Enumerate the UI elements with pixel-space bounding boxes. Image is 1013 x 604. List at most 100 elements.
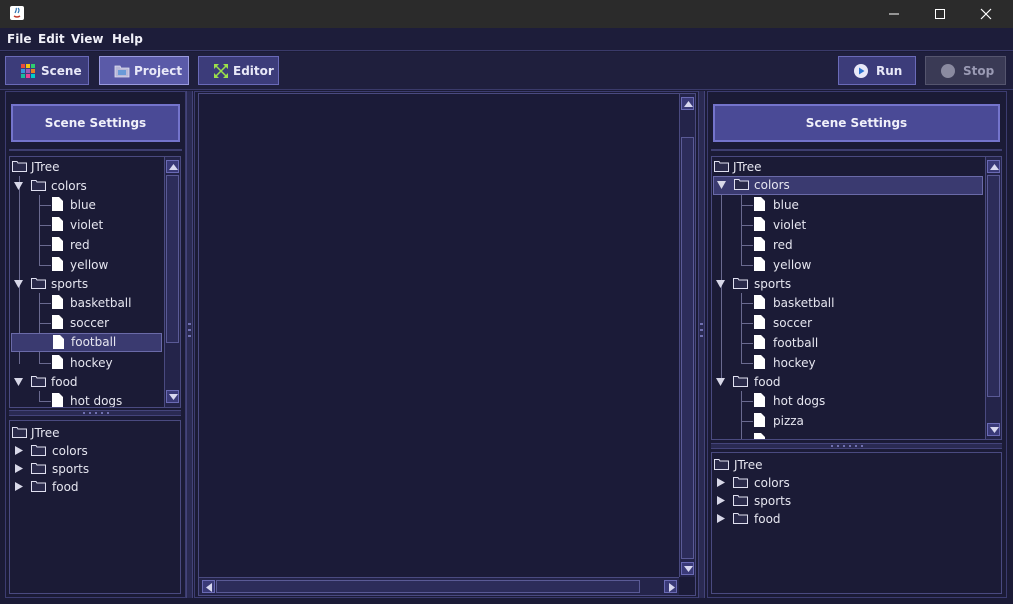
close-button[interactable]	[963, 0, 1009, 28]
collapsed-triangle-icon	[15, 464, 23, 473]
grid-icon	[21, 64, 35, 78]
scroll-thumb[interactable]	[216, 580, 640, 593]
tree-leaf-label: blue	[70, 198, 96, 212]
right-scene-settings-button[interactable]: Scene Settings	[713, 104, 1000, 142]
right-top-tree: JTree colors blue violet red yellow spor…	[711, 156, 1002, 440]
tree-node-sports[interactable]: sports	[714, 275, 982, 294]
tree-leaf-label: violet	[70, 218, 104, 232]
file-icon	[754, 355, 765, 369]
right-tree-vertical-scrollbar[interactable]	[985, 157, 1001, 439]
center-vertical-scrollbar[interactable]	[679, 94, 695, 577]
tree-node-colors[interactable]: colors	[12, 177, 162, 196]
file-icon	[754, 295, 765, 309]
center-horizontal-scrollbar[interactable]	[199, 577, 679, 595]
right-split-divider[interactable]	[711, 443, 1002, 449]
scroll-thumb[interactable]	[166, 175, 179, 343]
tree-node-food[interactable]: food	[714, 373, 982, 392]
tree-node-sports[interactable]: sports	[12, 275, 162, 294]
scroll-down-button[interactable]	[681, 562, 694, 575]
folder-icon	[12, 161, 27, 172]
project-button[interactable]: Project	[99, 56, 189, 85]
left-tree-vertical-scrollbar[interactable]	[164, 157, 180, 407]
editor-button[interactable]: Editor	[198, 56, 279, 85]
menu-view[interactable]: View	[71, 32, 103, 46]
left-split-divider[interactable]	[9, 410, 181, 416]
menu-bar: File Edit View Help	[0, 28, 1013, 51]
collapsed-triangle-icon	[15, 446, 23, 455]
menu-edit[interactable]: Edit	[38, 32, 65, 46]
tree-node-colors[interactable]: colors	[714, 474, 982, 493]
folder-icon	[31, 481, 46, 492]
title-bar	[0, 0, 1013, 28]
tree-node-label: colors	[52, 444, 88, 458]
scroll-up-button[interactable]	[166, 160, 179, 173]
tree-node-colors[interactable]: colors	[12, 442, 162, 461]
run-button[interactable]: Run	[838, 56, 916, 85]
scroll-thumb[interactable]	[987, 175, 1000, 397]
collapsed-triangle-icon	[717, 496, 725, 505]
maximize-button[interactable]	[917, 0, 963, 28]
scroll-down-button[interactable]	[166, 390, 179, 403]
scroll-left-button[interactable]	[202, 580, 215, 593]
tree-leaf-label: soccer	[773, 316, 813, 330]
arrow-down-icon	[169, 394, 178, 400]
tree-node-food[interactable]: food	[714, 510, 982, 529]
minimize-button[interactable]	[871, 0, 917, 28]
menu-help[interactable]: Help	[112, 32, 143, 46]
java-app-icon	[10, 6, 24, 20]
folder-icon	[31, 180, 46, 191]
scene-button[interactable]: Scene	[5, 56, 89, 85]
tree-root[interactable]: JTree	[12, 158, 162, 177]
scroll-up-button[interactable]	[681, 97, 694, 110]
tree-node-label: colors	[754, 476, 790, 490]
folder-icon	[714, 161, 729, 172]
tree-leaf-football-selected[interactable]: football	[11, 333, 162, 352]
tree-leaf-label: hot dogs	[70, 394, 123, 408]
tree-root[interactable]: JTree	[714, 456, 982, 475]
tree-leaf-label: hockey	[70, 356, 113, 370]
arrow-up-icon	[169, 164, 178, 170]
file-icon	[52, 315, 63, 329]
tree-node-food[interactable]: food	[12, 373, 162, 392]
tree-node-sports[interactable]: sports	[12, 460, 162, 479]
folder-icon	[733, 513, 748, 524]
scroll-right-button[interactable]	[664, 580, 677, 593]
play-icon	[854, 64, 868, 78]
left-top-tree: JTree colors blue violet red yellow spor…	[9, 156, 181, 408]
tree-leaf-label: yellow	[773, 258, 812, 272]
tree-node-colors-selected[interactable]: colors	[713, 176, 983, 195]
tree-node-sports[interactable]: sports	[714, 492, 982, 511]
file-icon	[754, 433, 765, 439]
collapsed-triangle-icon	[717, 514, 725, 523]
tree-root-label: JTree	[734, 458, 763, 472]
stop-button[interactable]: Stop	[925, 56, 1006, 85]
tree-leaf-label: blue	[773, 198, 799, 212]
left-vertical-divider[interactable]	[186, 91, 193, 598]
folder-icon	[733, 278, 748, 289]
tree-root[interactable]: JTree	[714, 158, 982, 177]
tree-node-food[interactable]: food	[12, 478, 162, 497]
scroll-thumb[interactable]	[681, 137, 694, 559]
folder-icon	[31, 278, 46, 289]
scroll-down-button[interactable]	[987, 423, 1000, 436]
folder-icon	[733, 477, 748, 488]
file-icon	[52, 197, 63, 211]
file-icon	[52, 237, 63, 251]
file-icon	[53, 335, 64, 349]
scroll-up-button[interactable]	[987, 160, 1000, 173]
left-scene-settings-button[interactable]: Scene Settings	[11, 104, 180, 142]
project-button-label: Project	[134, 64, 183, 78]
arrow-down-icon	[684, 566, 693, 572]
tree-root[interactable]: JTree	[12, 424, 162, 443]
menu-file[interactable]: File	[7, 32, 32, 46]
stop-icon	[941, 64, 955, 78]
collapsed-triangle-icon	[717, 478, 725, 487]
tree-leaf-label: football	[71, 335, 117, 349]
expanded-triangle-icon	[716, 280, 725, 288]
right-vertical-divider[interactable]	[698, 91, 705, 598]
tree-leaf-label: pizza	[773, 414, 804, 428]
tree-leaf-label: football	[773, 336, 819, 350]
file-icon	[754, 237, 765, 251]
center-scroll-area[interactable]	[198, 93, 696, 596]
tree-leaf-label: hot dogs	[773, 394, 826, 408]
